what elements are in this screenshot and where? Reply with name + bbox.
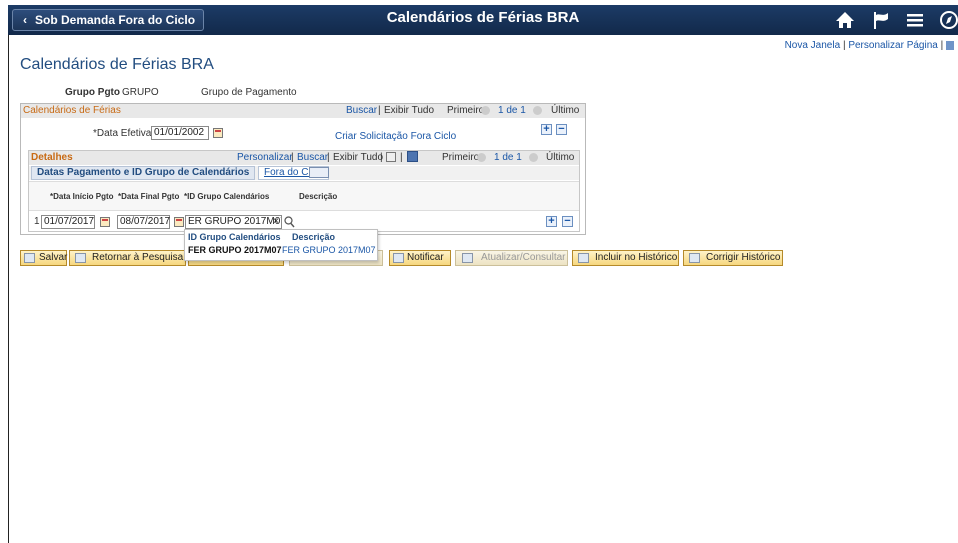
panel-header: Calendários de Férias Buscar | Exibir Tu…: [21, 104, 585, 118]
save-button[interactable]: Salvar: [20, 250, 67, 266]
dropdown-col-desc: Descrição: [292, 232, 336, 242]
lookup-dropdown: ID Grupo Calendários Descrição FER GRUPO…: [184, 229, 378, 261]
home-icon[interactable]: [834, 10, 856, 30]
last-label: Último: [551, 105, 580, 116]
col-description: Descrição: [299, 192, 338, 201]
group-id-input[interactable]: ER GRUPO 2017M07 ×: [185, 215, 282, 229]
new-window-link[interactable]: Nova Janela: [785, 40, 841, 51]
menu-icon[interactable]: [904, 10, 926, 30]
col-group-id: *ID Grupo Calendários: [184, 192, 270, 201]
compass-icon[interactable]: [938, 10, 958, 30]
calendar-icon[interactable]: [213, 128, 223, 138]
details-delete-row-icon[interactable]: −: [562, 216, 573, 227]
top-banner: ‹ Sob Demanda Fora do Ciclo Calendários d…: [8, 5, 958, 35]
details-row-count: 1 de 1: [494, 152, 522, 163]
create-request-link[interactable]: Criar Solicitação Fora Ciclo: [335, 131, 456, 142]
page-title: Calendários de Férias BRA: [20, 56, 214, 73]
end-date-calendar-icon[interactable]: [174, 217, 184, 227]
effdate-input[interactable]: 01/01/2002: [151, 126, 209, 140]
banner-title: Calendários de Férias BRA: [386, 9, 580, 26]
view-all-link[interactable]: Exibir Tudo: [384, 105, 434, 116]
next-icon[interactable]: [533, 106, 542, 115]
include-history-button[interactable]: Incluir no Histórico: [572, 250, 679, 266]
refresh-button[interactable]: Atualizar/Consultar: [455, 250, 568, 266]
details-first-label: Primeiro: [442, 152, 480, 163]
panel-title: Calendários de Férias: [23, 105, 121, 116]
details-add-row-icon[interactable]: +: [546, 216, 557, 227]
include-history-icon: [578, 253, 589, 263]
details-find-link[interactable]: Buscar: [297, 152, 328, 163]
personalize-page-link[interactable]: Personalizar Página: [848, 40, 938, 51]
dropdown-item[interactable]: FER GRUPO 2017M07 FER GRUPO 2017M07: [185, 244, 377, 258]
holiday-calendars-panel: Calendários de Férias Buscar | Exibir Tu…: [20, 103, 586, 235]
add-row-icon[interactable]: +: [541, 124, 552, 135]
show-all-columns-icon[interactable]: [309, 167, 329, 178]
tab-dates-calendar-group[interactable]: Datas Pagamento e ID Grupo de Calendário…: [31, 166, 256, 180]
details-title: Detalhes: [31, 152, 73, 163]
col-start-date: *Data Início Pgto: [50, 192, 114, 201]
return-icon: [75, 253, 86, 263]
lookup-search-icon[interactable]: [284, 216, 295, 228]
correct-history-icon: [689, 253, 700, 263]
dropdown-item-id: FER GRUPO 2017M07: [188, 245, 282, 255]
row-number: 1: [34, 216, 40, 227]
delete-row-icon[interactable]: −: [556, 124, 567, 135]
zoom-icon[interactable]: [386, 152, 396, 162]
col-end-date: *Data Final Pgto: [118, 192, 180, 201]
page-options-icon[interactable]: [946, 40, 954, 50]
group-label: Grupo Pgto: [65, 87, 120, 98]
details-view-all-link[interactable]: Exibir Tudo: [333, 152, 383, 163]
return-to-search-button[interactable]: Retornar à Pesquisa: [69, 250, 186, 266]
group-description: Grupo de Pagamento: [201, 87, 297, 98]
group-value: GRUPO: [122, 87, 159, 98]
details-prev-icon[interactable]: [477, 153, 486, 162]
effdate-label: *Data Efetiva: [93, 128, 152, 139]
first-label: Primeiro: [447, 105, 485, 116]
top-links: Nova Janela | Personalizar Página |: [785, 40, 954, 51]
details-personalize-link[interactable]: Personalizar: [237, 152, 293, 163]
details-panel: Detalhes Personalizar | Buscar | Exibir …: [28, 150, 580, 232]
details-last-label: Último: [546, 152, 575, 163]
details-header: Detalhes Personalizar | Buscar | Exibir …: [29, 151, 579, 165]
row-count: 1 de 1: [498, 105, 526, 116]
details-next-icon[interactable]: [529, 153, 538, 162]
download-icon[interactable]: [407, 151, 418, 162]
flag-icon[interactable]: [870, 10, 892, 30]
start-date-input[interactable]: 01/07/2017: [41, 215, 95, 229]
details-tabs: Datas Pagamento e ID Grupo de Calendário…: [29, 166, 579, 180]
correct-history-button[interactable]: Corrigir Histórico: [683, 250, 783, 266]
start-date-calendar-icon[interactable]: [100, 217, 110, 227]
notify-icon: [393, 253, 404, 263]
end-date-input[interactable]: 08/07/2017: [117, 215, 170, 229]
left-border: [8, 35, 9, 543]
find-link[interactable]: Buscar: [346, 105, 377, 116]
clear-icon[interactable]: ×: [273, 216, 279, 228]
refresh-icon: [462, 253, 473, 263]
prev-icon[interactable]: [481, 106, 490, 115]
dropdown-col-id: ID Grupo Calendários: [188, 232, 281, 242]
dropdown-item-desc: FER GRUPO 2017M07: [282, 245, 376, 255]
group-id-value: ER GRUPO 2017M07: [188, 216, 282, 227]
grid-header: *Data Início Pgto *Data Final Pgto *ID G…: [29, 181, 579, 211]
save-icon: [24, 253, 35, 263]
notify-button[interactable]: Notificar: [389, 250, 451, 266]
